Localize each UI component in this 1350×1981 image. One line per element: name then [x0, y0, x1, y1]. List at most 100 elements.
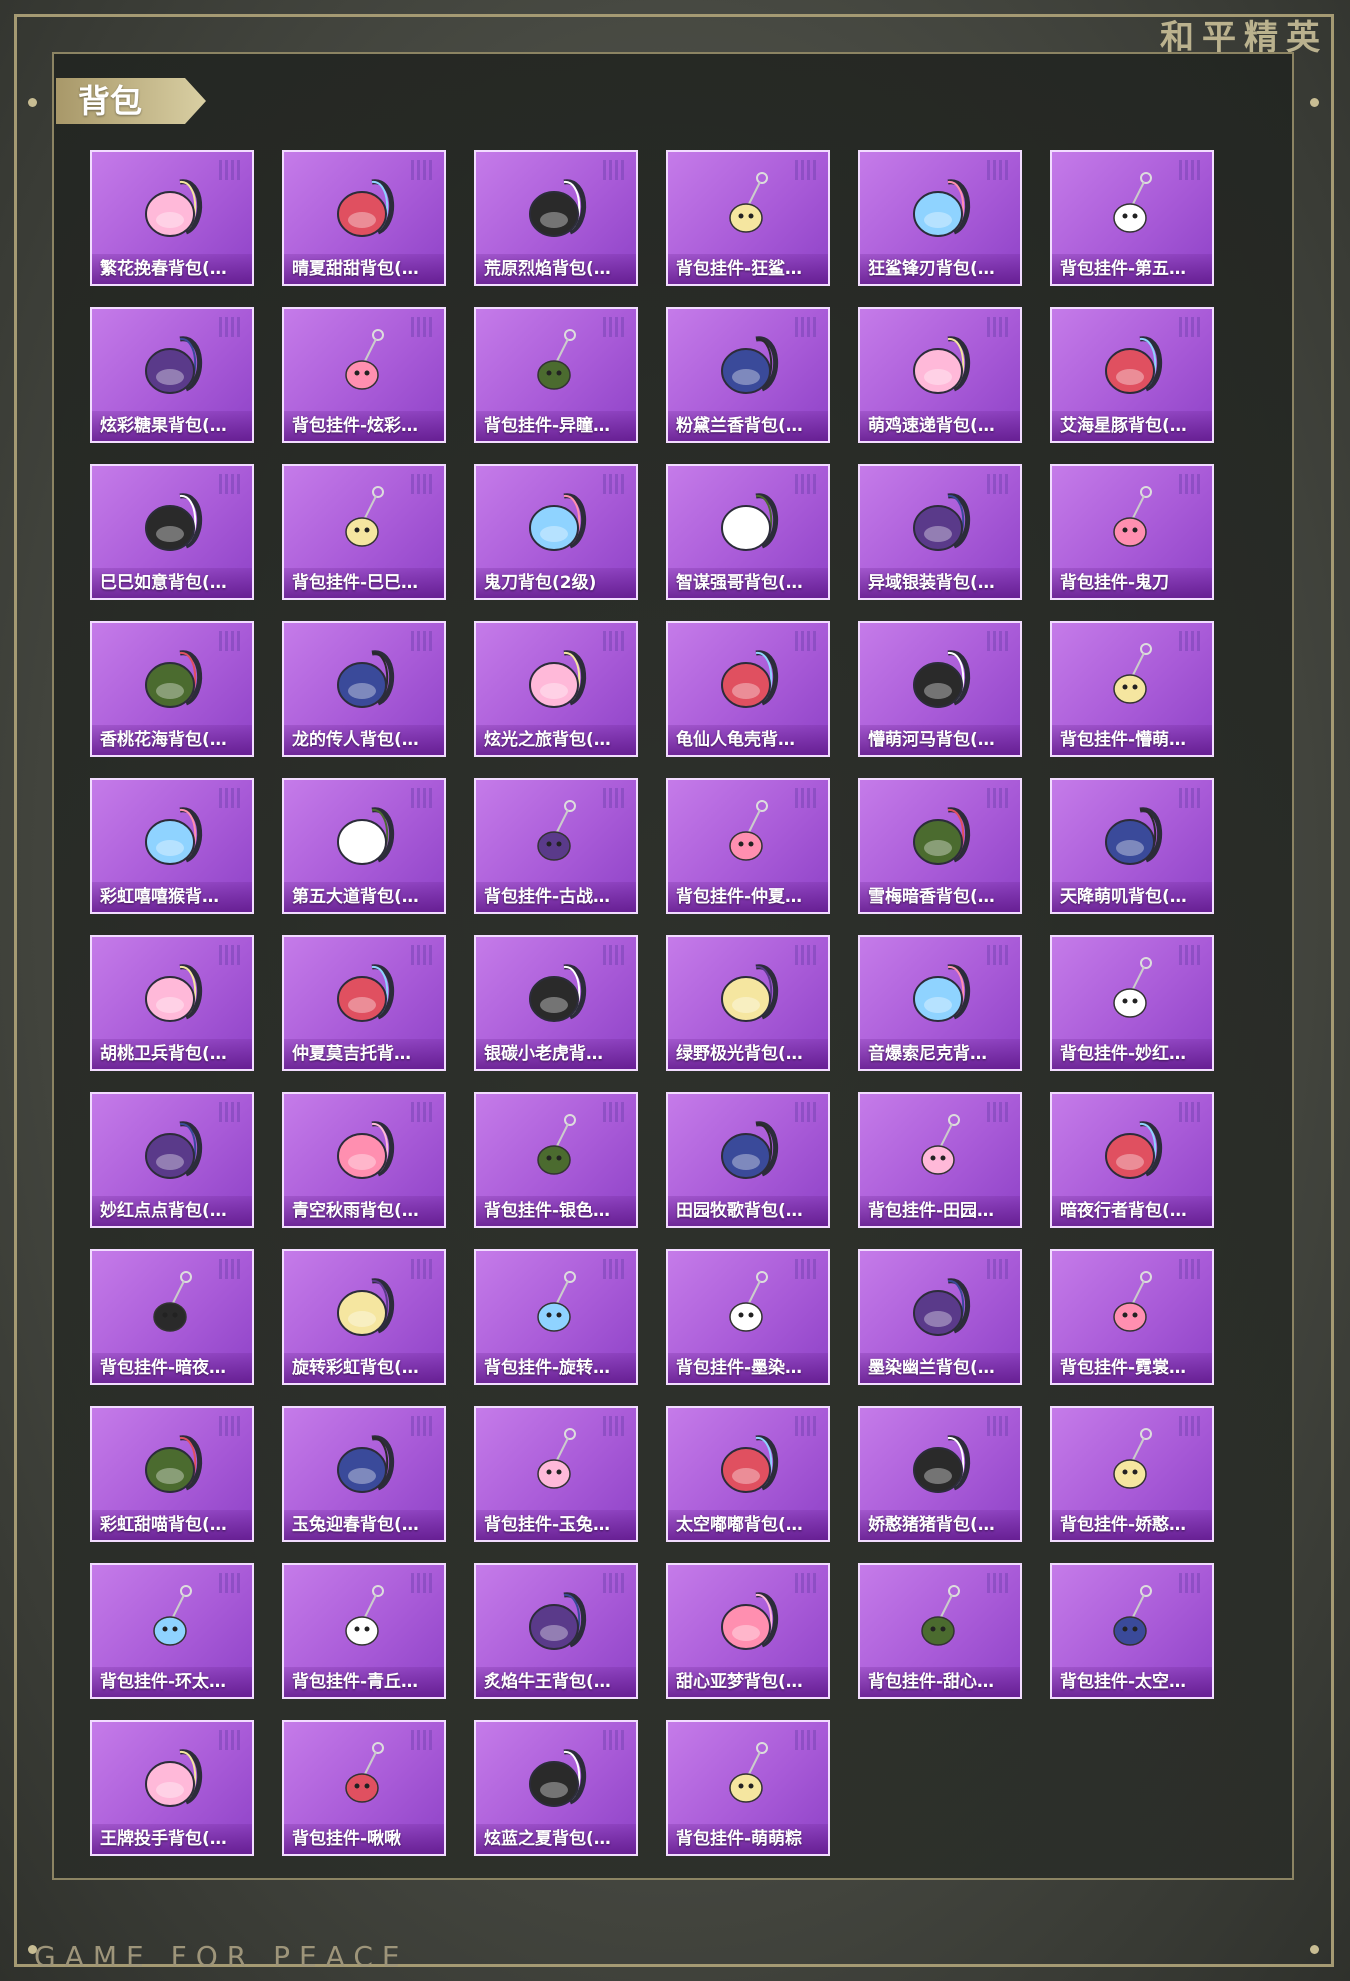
item-card[interactable]: 背包挂件-旋转…: [474, 1249, 638, 1385]
item-label: 背包挂件-娇憨…: [1052, 1510, 1212, 1540]
rarity-bars: [219, 1416, 240, 1436]
item-label: 背包挂件-银色…: [476, 1196, 636, 1226]
item-card[interactable]: 狂鲨锋刃背包(…: [858, 150, 1022, 286]
rarity-bars: [411, 317, 432, 337]
item-label: 背包挂件-暗夜…: [92, 1353, 252, 1383]
item-card[interactable]: 背包挂件-娇憨…: [1050, 1406, 1214, 1542]
backpack-icon: [518, 953, 598, 1033]
item-card[interactable]: 晴夏甜甜背包(…: [282, 150, 446, 286]
item-card[interactable]: 田园牧歌背包(…: [666, 1092, 830, 1228]
item-card[interactable]: 背包挂件-妙红…: [1050, 935, 1214, 1071]
item-label: 胡桃卫兵背包(…: [92, 1039, 252, 1069]
rarity-bars: [603, 160, 624, 180]
item-card[interactable]: 背包挂件-霓裳…: [1050, 1249, 1214, 1385]
backpack-icon: [134, 1110, 214, 1190]
item-card[interactable]: 龟仙人龟壳背…: [666, 621, 830, 757]
item-card[interactable]: 炫彩糖果背包(…: [90, 307, 254, 443]
item-card[interactable]: 懵萌河马背包(…: [858, 621, 1022, 757]
item-card[interactable]: 背包挂件-墨染…: [666, 1249, 830, 1385]
item-card[interactable]: 繁花挽春背包(…: [90, 150, 254, 286]
item-label: 太空嘟嘟背包(…: [668, 1510, 828, 1540]
rarity-bars: [987, 160, 1008, 180]
item-card[interactable]: 背包挂件-仲夏…: [666, 778, 830, 914]
item-card[interactable]: 音爆索尼克背…: [858, 935, 1022, 1071]
item-card[interactable]: 背包挂件-第五…: [1050, 150, 1214, 286]
item-card[interactable]: 暗夜行者背包(…: [1050, 1092, 1214, 1228]
item-card[interactable]: 背包挂件-懵萌…: [1050, 621, 1214, 757]
item-card[interactable]: 绿野极光背包(…: [666, 935, 830, 1071]
item-label: 彩虹甜喵背包(…: [92, 1510, 252, 1540]
item-card[interactable]: 龙的传人背包(…: [282, 621, 446, 757]
item-card[interactable]: 背包挂件-古战…: [474, 778, 638, 914]
backpack-icon: [518, 1581, 598, 1661]
item-card[interactable]: 背包挂件-巳巳…: [282, 464, 446, 600]
item-card[interactable]: 萌鸡速递背包(…: [858, 307, 1022, 443]
item-card[interactable]: 智谋强哥背包(…: [666, 464, 830, 600]
item-card[interactable]: 背包挂件-玉兔…: [474, 1406, 638, 1542]
item-label: 龙的传人背包(…: [284, 725, 444, 755]
item-label: 智谋强哥背包(…: [668, 568, 828, 598]
item-card[interactable]: 香桃花海背包(…: [90, 621, 254, 757]
rarity-bars: [411, 1259, 432, 1279]
item-card[interactable]: 背包挂件-田园…: [858, 1092, 1022, 1228]
item-card[interactable]: 背包挂件-太空…: [1050, 1563, 1214, 1699]
item-card[interactable]: 背包挂件-异瞳…: [474, 307, 638, 443]
item-label: 暗夜行者背包(…: [1052, 1196, 1212, 1226]
item-card[interactable]: 王牌投手背包(…: [90, 1720, 254, 1856]
rarity-bars: [795, 1259, 816, 1279]
item-card[interactable]: 雪梅暗香背包(…: [858, 778, 1022, 914]
backpack-icon: [326, 639, 406, 719]
item-label: 背包挂件-异瞳…: [476, 411, 636, 441]
item-card[interactable]: 玉兔迎春背包(…: [282, 1406, 446, 1542]
frame-ornament: [28, 98, 37, 107]
item-card[interactable]: 粉黛兰香背包(…: [666, 307, 830, 443]
item-card[interactable]: 炙焰牛王背包(…: [474, 1563, 638, 1699]
item-label: 田园牧歌背包(…: [668, 1196, 828, 1226]
charm-icon: [1094, 639, 1174, 719]
item-label: 异域银装背包(…: [860, 568, 1020, 598]
item-card[interactable]: 胡桃卫兵背包(…: [90, 935, 254, 1071]
backpack-icon: [134, 796, 214, 876]
item-card[interactable]: 甜心亚梦背包(…: [666, 1563, 830, 1699]
charm-icon: [134, 1581, 214, 1661]
item-card[interactable]: 荒原烈焰背包(…: [474, 150, 638, 286]
item-card[interactable]: 背包挂件-鬼刀: [1050, 464, 1214, 600]
item-card[interactable]: 艾海星豚背包(…: [1050, 307, 1214, 443]
frame-ornament: [1310, 98, 1319, 107]
item-card[interactable]: 巳巳如意背包(…: [90, 464, 254, 600]
item-card[interactable]: 背包挂件-炫彩…: [282, 307, 446, 443]
item-card[interactable]: 天降萌叽背包(…: [1050, 778, 1214, 914]
charm-icon: [518, 1110, 598, 1190]
item-card[interactable]: 娇憨猪猪背包(…: [858, 1406, 1022, 1542]
item-label: 背包挂件-妙红…: [1052, 1039, 1212, 1069]
item-card[interactable]: 银碳小老虎背…: [474, 935, 638, 1071]
item-card[interactable]: 异域银装背包(…: [858, 464, 1022, 600]
item-card[interactable]: 旋转彩虹背包(…: [282, 1249, 446, 1385]
item-card[interactable]: 背包挂件-啾啾: [282, 1720, 446, 1856]
item-card[interactable]: 背包挂件-甜心…: [858, 1563, 1022, 1699]
rarity-bars: [987, 1573, 1008, 1593]
item-card[interactable]: 背包挂件-青丘…: [282, 1563, 446, 1699]
item-card[interactable]: 背包挂件-环太…: [90, 1563, 254, 1699]
item-card[interactable]: 彩虹甜喵背包(…: [90, 1406, 254, 1542]
item-card[interactable]: 背包挂件-暗夜…: [90, 1249, 254, 1385]
rarity-bars: [603, 945, 624, 965]
item-card[interactable]: 青空秋雨背包(…: [282, 1092, 446, 1228]
rarity-bars: [987, 317, 1008, 337]
rarity-bars: [987, 1259, 1008, 1279]
item-card[interactable]: 第五大道背包(…: [282, 778, 446, 914]
item-card[interactable]: 墨染幽兰背包(…: [858, 1249, 1022, 1385]
item-card[interactable]: 背包挂件-银色…: [474, 1092, 638, 1228]
item-card[interactable]: 仲夏莫吉托背…: [282, 935, 446, 1071]
item-card[interactable]: 背包挂件-狂鲨…: [666, 150, 830, 286]
item-card[interactable]: 太空嘟嘟背包(…: [666, 1406, 830, 1542]
item-label: 雪梅暗香背包(…: [860, 882, 1020, 912]
rarity-bars: [1179, 1102, 1200, 1122]
item-card[interactable]: 炫蓝之夏背包(…: [474, 1720, 638, 1856]
item-card[interactable]: 背包挂件-萌萌粽: [666, 1720, 830, 1856]
rarity-bars: [987, 1416, 1008, 1436]
item-card[interactable]: 妙红点点背包(…: [90, 1092, 254, 1228]
item-card[interactable]: 鬼刀背包(2级): [474, 464, 638, 600]
item-card[interactable]: 彩虹嘻嘻猴背…: [90, 778, 254, 914]
item-card[interactable]: 炫光之旅背包(…: [474, 621, 638, 757]
